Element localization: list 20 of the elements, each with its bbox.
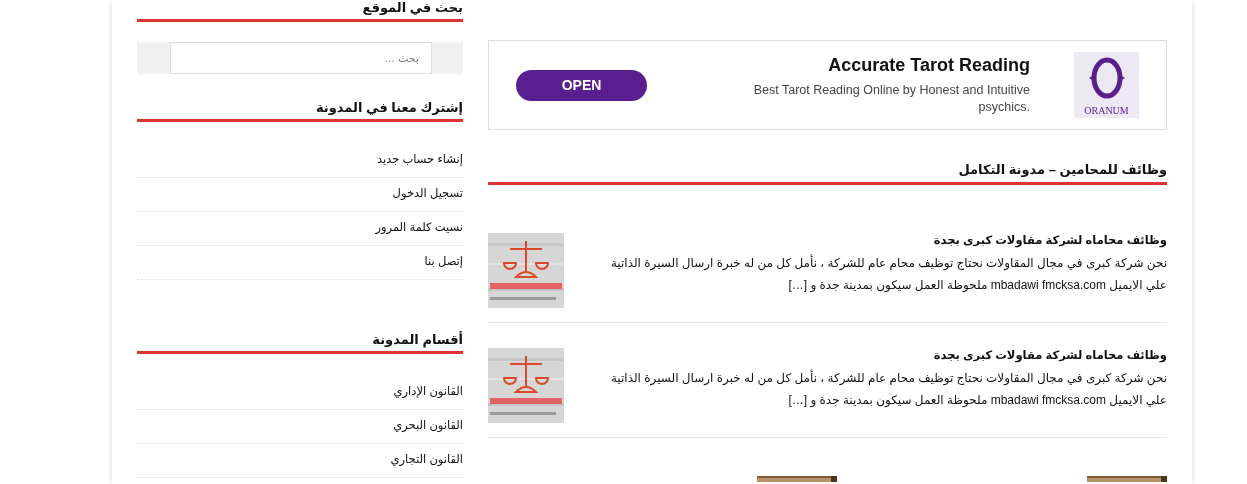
post-title[interactable]: وظائف محاماه لشركة مقاولات كبرى بجدة bbox=[587, 348, 1167, 362]
sidebar-link[interactable]: إنشاء حساب جديد bbox=[137, 144, 463, 178]
widget-title: إشترك معنا في المدونة bbox=[137, 100, 463, 122]
sidebar-link[interactable]: تسجيل الدخول bbox=[137, 178, 463, 212]
post-title[interactable]: وظائف محاماه لشركة مقاولات كبرى بجدة bbox=[587, 233, 1167, 247]
sidebar-link[interactable]: القانون التجاري bbox=[137, 444, 463, 478]
widget-title: أقسام المدونة bbox=[137, 332, 463, 354]
sidebar-link[interactable]: القانون الإداري bbox=[137, 376, 463, 410]
sidebar-link[interactable]: القانون البحري bbox=[137, 410, 463, 444]
sidebar-link[interactable]: إتصل بنا bbox=[137, 246, 463, 280]
search-field[interactable]: بحث … bbox=[170, 42, 432, 74]
ad-title: Accurate Tarot Reading bbox=[828, 54, 1030, 76]
post-excerpt: نحن شركة كبرى في مجال المقاولات نحتاج توظيف محام عام للشركة ، نأمل كل من له خبرة ارسال السيرة الذاتية علي الايميل mbadawi fmcksa.com ملحوظة العمل سيكون بمدينة جدة و […] bbox=[609, 368, 1167, 410]
post-excerpt: نحن شركة كبرى في مجال المقاولات نحتاج توظيف محام عام للشركة ، نأمل كل من له خبرة ارسال السيرة الذاتية علي الايميل mbadawi fmcksa.com ملحوظة العمل سيكون بمدينة جدة و […] bbox=[609, 253, 1167, 295]
sidebar-link[interactable]: نسيت كلمة المرور bbox=[137, 212, 463, 246]
ad-description: Best Tarot Reading Online by Honest and Intuitive psychics. bbox=[752, 81, 1030, 116]
section-title: وظائف للمحامين – مدونة التكامل bbox=[488, 162, 1167, 185]
brand-logo: ORANUM bbox=[1074, 52, 1139, 118]
widget-title: بحث في الموقع bbox=[137, 0, 463, 22]
open-button[interactable]: OPEN bbox=[516, 69, 647, 101]
